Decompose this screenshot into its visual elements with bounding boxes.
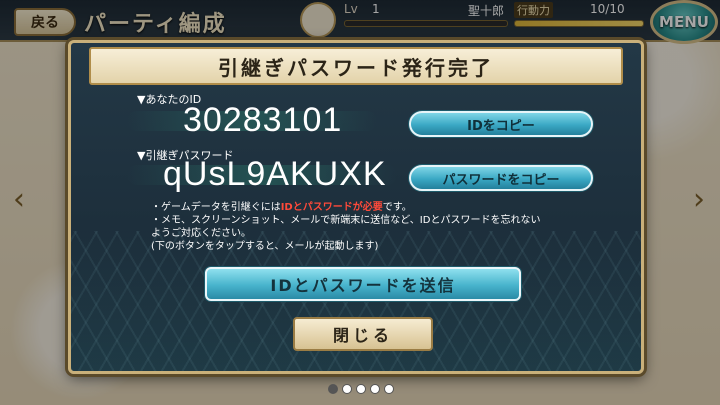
password-value: qUsL9AKUXK	[163, 155, 387, 193]
page-dot[interactable]	[342, 384, 352, 394]
page-dot[interactable]	[384, 384, 394, 394]
instructions-text: ・ゲームデータを引継ぐにはIDとパスワードが必要です。 ・メモ、スクリーンショッ…	[151, 201, 611, 253]
note-highlight: IDとパスワードが必要	[280, 202, 383, 213]
dialog-title: 引継ぎパスワード発行完了	[218, 55, 494, 80]
note-line-2: ・メモ、スクリーンショット、メールで新端末に送信など、IDとパスワードを忘れない	[151, 215, 541, 226]
note-line-4: (下のボタンをタップすると、メールが起動します)	[151, 241, 379, 252]
id-value: 30283101	[183, 101, 343, 139]
copy-password-button[interactable]: パスワードをコピー	[409, 165, 593, 191]
note-line-1: ・ゲームデータを引継ぐにはIDとパスワードが必要です。	[151, 202, 412, 213]
send-id-password-button[interactable]: IDとパスワードを送信	[205, 267, 521, 301]
page-indicator	[326, 384, 396, 396]
page-dot[interactable]	[370, 384, 380, 394]
copy-id-button[interactable]: IDをコピー	[409, 111, 593, 137]
page-dot[interactable]	[328, 384, 338, 394]
close-button[interactable]: 閉じる	[293, 317, 433, 351]
note-line-3: ようご対応ください。	[151, 228, 251, 239]
dialog-title-banner: 引継ぎパスワード発行完了	[89, 47, 623, 85]
page-dot[interactable]	[356, 384, 366, 394]
transfer-password-dialog: 引継ぎパスワード発行完了 ▼あなたのID 30283101 IDをコピー ▼引継…	[68, 40, 644, 374]
